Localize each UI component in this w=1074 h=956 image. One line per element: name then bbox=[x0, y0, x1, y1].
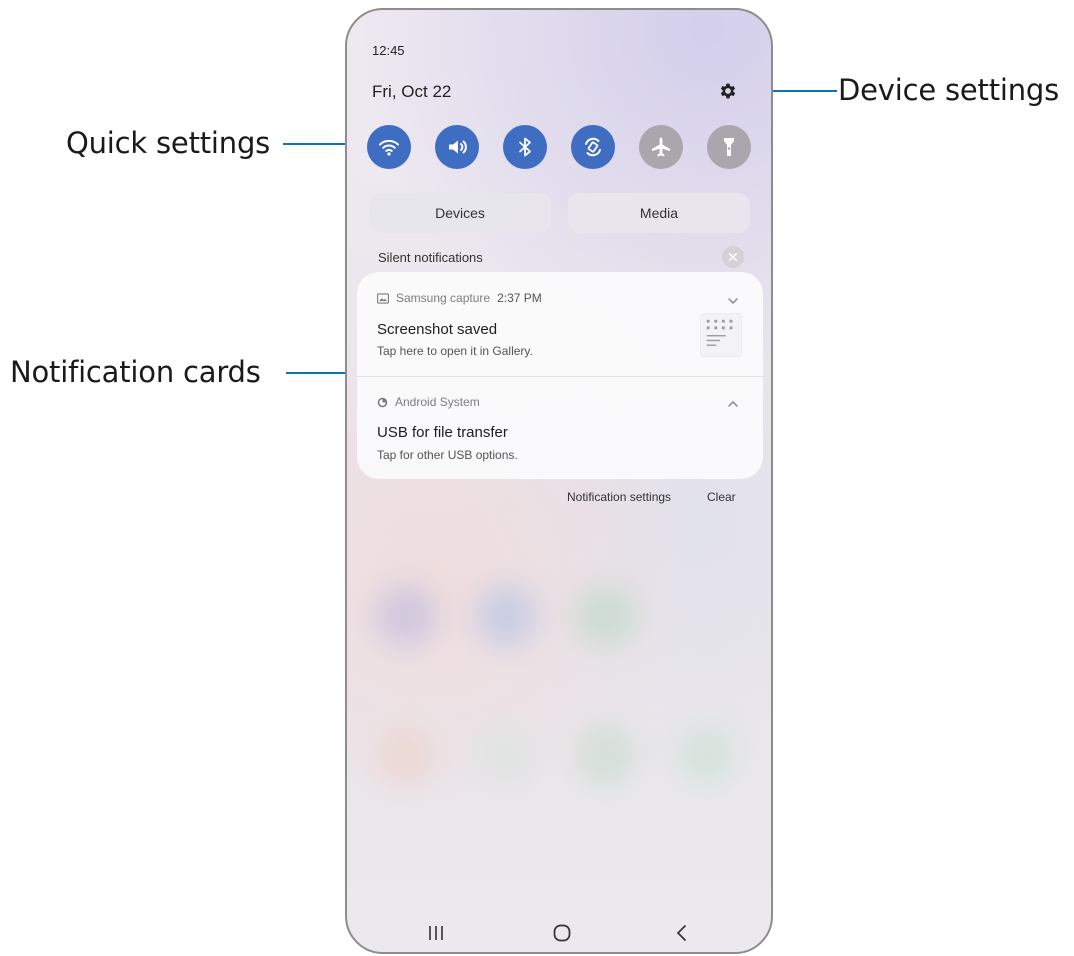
airplane-icon bbox=[652, 137, 670, 157]
gear-icon[interactable] bbox=[718, 81, 738, 101]
screenshot-thumbnail[interactable] bbox=[700, 313, 742, 357]
notification-cards-callout: Notification cards bbox=[10, 355, 261, 389]
sound-toggle[interactable] bbox=[435, 125, 479, 169]
media-button[interactable]: Media bbox=[568, 193, 750, 233]
recent-apps-icon[interactable] bbox=[427, 925, 445, 941]
blurred-app-icon bbox=[375, 585, 437, 647]
flashlight-toggle[interactable] bbox=[707, 125, 751, 169]
airplane-toggle[interactable] bbox=[639, 125, 683, 169]
sound-icon bbox=[449, 140, 467, 154]
bluetooth-icon bbox=[519, 137, 531, 157]
notification-card-usb[interactable]: Android System USB for file transfer Tap… bbox=[357, 377, 763, 479]
quick-settings-row bbox=[367, 122, 751, 172]
devices-button[interactable]: Devices bbox=[369, 193, 551, 233]
blurred-app-icon bbox=[675, 725, 737, 787]
wifi-icon bbox=[379, 139, 399, 156]
wifi-toggle[interactable] bbox=[367, 125, 411, 169]
blurred-app-icon bbox=[475, 585, 537, 647]
clear-button[interactable]: Clear bbox=[707, 490, 736, 504]
notification-title: USB for file transfer bbox=[377, 424, 508, 441]
back-icon[interactable] bbox=[675, 924, 689, 942]
android-system-icon bbox=[377, 397, 388, 407]
notification-title: Screenshot saved bbox=[377, 321, 498, 338]
dismiss-silent-button[interactable] bbox=[722, 246, 744, 268]
notification-body: Tap here to open it in Gallery. bbox=[377, 344, 533, 358]
status-time: 12:45 bbox=[372, 43, 405, 58]
notification-app-name: Samsung capture bbox=[396, 291, 491, 305]
navigation-bar bbox=[347, 918, 771, 948]
phone-screen: 12:45 Fri, Oct 22 Devices Media Silent n… bbox=[345, 8, 773, 954]
bluetooth-toggle[interactable] bbox=[503, 125, 547, 169]
silent-notifications-header: Silent notifications bbox=[378, 250, 483, 265]
blurred-app-icon bbox=[575, 585, 637, 647]
date-label: Fri, Oct 22 bbox=[372, 82, 452, 101]
image-icon bbox=[377, 292, 389, 304]
chevron-up-icon[interactable] bbox=[726, 399, 740, 409]
thumbnail-preview bbox=[706, 319, 733, 346]
notification-settings-button[interactable]: Notification settings bbox=[567, 490, 671, 504]
home-icon[interactable] bbox=[552, 923, 572, 943]
blurred-app-icon bbox=[375, 725, 437, 787]
notification-body: Tap for other USB options. bbox=[377, 448, 518, 462]
blurred-app-icon bbox=[675, 585, 737, 647]
device-settings-callout: Device settings bbox=[838, 73, 1060, 107]
quick-settings-callout: Quick settings bbox=[66, 126, 271, 160]
notification-time: 2:37 PM bbox=[497, 291, 542, 305]
close-icon bbox=[728, 252, 738, 262]
chevron-down-icon[interactable] bbox=[726, 296, 740, 306]
notification-cards: Samsung capture 2:37 PM Screenshot saved… bbox=[357, 272, 763, 479]
auto-rotate-icon bbox=[585, 137, 601, 157]
flashlight-icon bbox=[724, 138, 734, 156]
notification-app-name: Android System bbox=[395, 395, 480, 409]
auto-rotate-toggle[interactable] bbox=[571, 125, 615, 169]
notification-card-screenshot[interactable]: Samsung capture 2:37 PM Screenshot saved… bbox=[357, 272, 763, 376]
blurred-app-icon bbox=[575, 725, 637, 787]
blurred-app-icon bbox=[475, 725, 537, 787]
